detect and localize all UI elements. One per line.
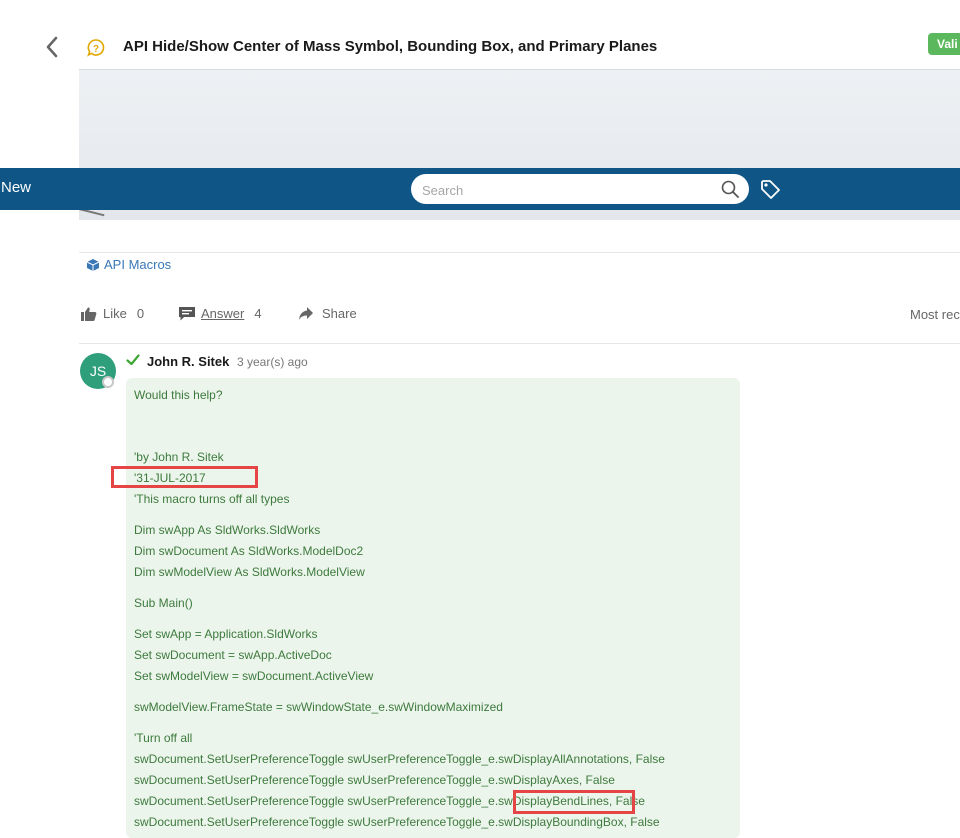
search-box: [411, 174, 749, 204]
page-title: API Hide/Show Center of Mass Symbol, Bou…: [123, 38, 658, 55]
online-status-indicator: [102, 376, 114, 388]
like-count: 0: [136, 306, 145, 321]
topic-label: API Macros: [104, 257, 172, 272]
answer-line: 'Turn off all: [134, 731, 193, 745]
post-actions: Like 0 Answer 4 Share Most rec: [0, 305, 960, 327]
divider: [79, 343, 960, 344]
answer-line: Dim swApp As SldWorks.SldWorks: [134, 523, 321, 537]
answer-line: Set swDocument = swApp.ActiveDoc: [134, 648, 332, 662]
answer-count: 4: [254, 306, 262, 321]
tag-icon[interactable]: [760, 179, 781, 200]
sort-dropdown[interactable]: Most rec: [910, 307, 960, 322]
answer-line: 'by John R. Sitek: [134, 450, 224, 464]
search-input[interactable]: [420, 179, 714, 201]
svg-text:?: ?: [93, 44, 99, 55]
check-icon: [126, 354, 140, 366]
nav-new-link[interactable]: New: [1, 179, 31, 196]
answer-line: swDocument.SetUserPreferenceToggle swUse…: [134, 815, 660, 829]
answer-button[interactable]: Answer 4: [179, 306, 262, 321]
answer-line: Set swApp = Application.SldWorks: [134, 627, 318, 641]
answer-line: Dim swModelView As SldWorks.ModelView: [134, 565, 365, 579]
like-button[interactable]: Like 0: [81, 306, 144, 321]
question-bubble-icon: ?: [86, 38, 106, 58]
topic-link[interactable]: API Macros: [86, 257, 171, 272]
answer-label: Answer: [201, 306, 245, 321]
post-time: 3 year(s) ago: [237, 355, 308, 369]
top-navbar: New: [0, 168, 960, 210]
thumbs-up-icon: [81, 307, 97, 321]
answer-body: Would this help? 'by John R. Sitek '31-J…: [126, 378, 740, 838]
share-button[interactable]: Share: [298, 306, 357, 321]
answer-line: 'This macro turns off all types: [134, 492, 290, 506]
share-arrow-icon: [299, 306, 313, 320]
answer-line: Dim swDocument As SldWorks.ModelDoc2: [134, 544, 364, 558]
status-badge: Vali: [928, 33, 960, 55]
back-button[interactable]: [42, 34, 64, 60]
share-label: Share: [322, 306, 357, 321]
cube-icon: [86, 258, 100, 271]
divider: [79, 252, 960, 253]
answer-line: Set swModelView = swDocument.ActiveView: [134, 669, 374, 683]
answer-line: swDocument.SetUserPreferenceToggle swUse…: [134, 773, 615, 787]
answer-line: swDocument.SetUserPreferenceToggle swUse…: [134, 752, 665, 766]
highlight-box-bendlines: [513, 790, 635, 814]
author-name[interactable]: John R. Sitek: [147, 354, 229, 369]
highlight-box-date: [111, 466, 258, 488]
search-icon[interactable]: [721, 180, 739, 198]
answer-line: Sub Main(): [134, 596, 193, 610]
answer-line: swModelView.FrameState = swWindowState_e…: [134, 700, 503, 714]
answer-line: Would this help?: [134, 388, 223, 402]
like-label: Like: [103, 306, 127, 321]
chevron-left-icon: [46, 36, 58, 58]
comment-icon: [179, 306, 195, 320]
